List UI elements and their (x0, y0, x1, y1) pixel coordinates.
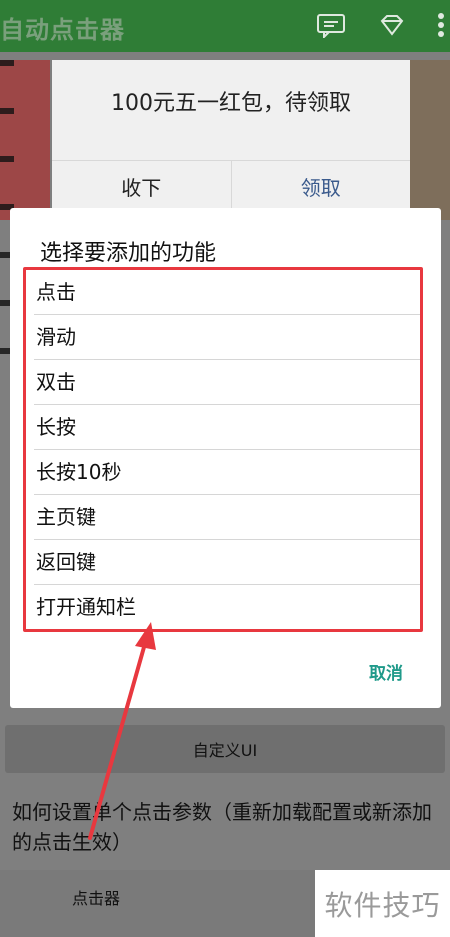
promo-claim-button[interactable]: 领取 (230, 161, 411, 211)
option-long-press[interactable]: 长按 (34, 405, 422, 450)
option-double-tap[interactable]: 双击 (34, 360, 422, 405)
option-swipe[interactable]: 滑动 (34, 315, 422, 360)
function-list: 点击 滑动 双击 长按 长按10秒 主页键 返回键 打开通知栏 (34, 270, 422, 629)
add-function-dialog: 选择要添加的功能 点击 滑动 双击 长按 长按10秒 主页键 返回键 打开通知栏… (10, 208, 441, 708)
help-link[interactable]: 如何设置单个点击参数（重新加载配置或新添加的点击生效） (12, 797, 444, 857)
dialog-title: 选择要添加的功能 (40, 241, 217, 266)
app-title: 自动点击器 (0, 16, 125, 44)
option-long-press-10s[interactable]: 长按10秒 (34, 450, 422, 495)
chat-icon[interactable] (316, 10, 346, 40)
option-tap[interactable]: 点击 (34, 270, 422, 315)
promo-banner: 100元五一红包，待领取 收下 领取 (52, 60, 410, 211)
option-open-notifications[interactable]: 打开通知栏 (34, 585, 422, 629)
promo-text: 100元五一红包，待领取 (111, 91, 351, 116)
more-vertical-icon[interactable] (432, 10, 450, 40)
option-home-key[interactable]: 主页键 (34, 495, 422, 540)
promo-dismiss-button[interactable]: 收下 (52, 161, 231, 211)
custom-ui-button[interactable]: 自定义UI (5, 725, 445, 773)
option-back-key[interactable]: 返回键 (34, 540, 422, 585)
promo-actions: 收下 领取 (52, 160, 410, 211)
background-image-right (405, 60, 450, 220)
cancel-button[interactable]: 取消 (369, 659, 403, 684)
app-header: 自动点击器 (0, 0, 450, 52)
watermark: 软件技巧 (315, 870, 450, 937)
diamond-icon[interactable] (377, 10, 407, 40)
nav-item-clicker[interactable]: 点击器 (72, 885, 120, 909)
